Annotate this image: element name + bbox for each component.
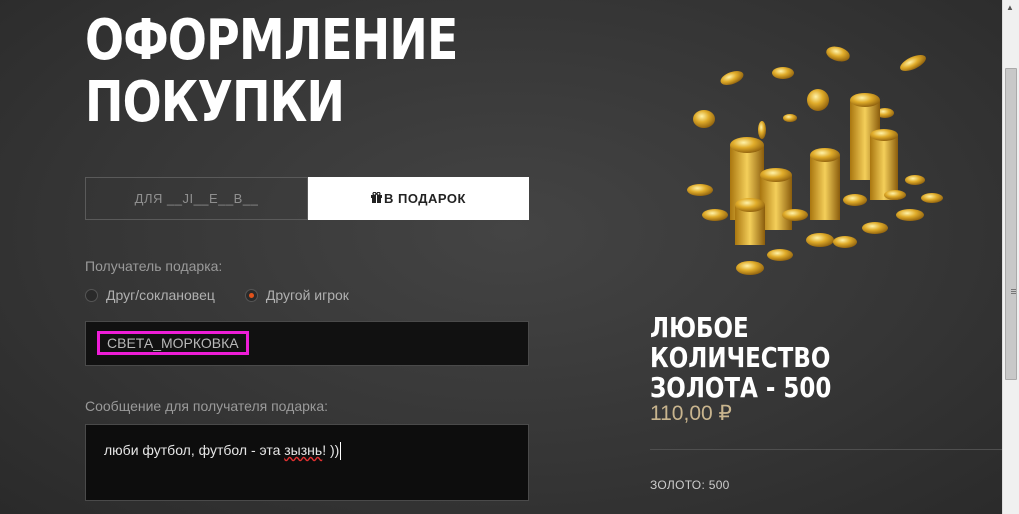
tab-gift[interactable]: В ПОДАРОК [308,177,529,220]
purchase-type-tabs: ДЛЯ __JI__E__B__ В ПОДАРОК [85,177,529,220]
flying-coins [693,46,926,139]
radio-other-player-label: Другой игрок [265,287,349,303]
scrollbar-thumb[interactable] [1005,68,1017,380]
tab-gift-label: В ПОДАРОК [384,191,466,206]
divider [650,449,1002,450]
gift-message-text: люби футбол, футбол - эта зызнь! )) [104,442,342,461]
text-caret [340,442,342,461]
product-price: 110,00 ₽ [650,402,732,425]
tab-for-self[interactable]: ДЛЯ __JI__E__B__ [85,177,308,220]
recipient-name-value: СВЕТА_МОРКОВКА [97,331,249,355]
message-label: Сообщение для получателя подарка: [85,398,329,414]
scroll-up-arrow-icon[interactable]: ▲ [1006,3,1014,12]
recipient-type-radio-group: Друг/соклановец Другой игрок [85,287,349,303]
message-misspelled-word: зызнь [284,442,323,458]
product-gold-amount: ЗОЛОТО: 500 [650,478,730,492]
radio-other-player[interactable]: Другой игрок [244,287,349,303]
recipient-name-input[interactable]: СВЕТА_МОРКОВКА [85,321,529,366]
radio-friend-label: Друг/соклановец [106,287,215,303]
gold-coins-image [670,40,970,290]
gift-message-textarea[interactable]: люби футбол, футбол - эта зызнь! )) [85,424,529,501]
page-title: ОФОРМЛЕНИЕ ПОКУПКИ [85,8,458,135]
message-text-end: ! )) [322,442,340,458]
product-title: ЛЮБОЕ КОЛИЧЕСТВО ЗОЛОТА - 500 [650,311,832,404]
message-text-start: люби футбол, футбол - эта [104,442,285,458]
radio-friend-circle[interactable] [85,288,98,302]
recipient-label: Получатель подарка: [85,258,223,274]
radio-other-player-circle[interactable] [244,288,258,302]
vertical-scrollbar[interactable]: ▲ [1002,0,1019,514]
tab-for-self-label: ДЛЯ __JI__E__B__ [134,191,259,206]
radio-friend[interactable]: Друг/соклановец [85,287,215,303]
scrollbar-grip-icon [1011,289,1016,290]
gift-icon [371,191,382,206]
